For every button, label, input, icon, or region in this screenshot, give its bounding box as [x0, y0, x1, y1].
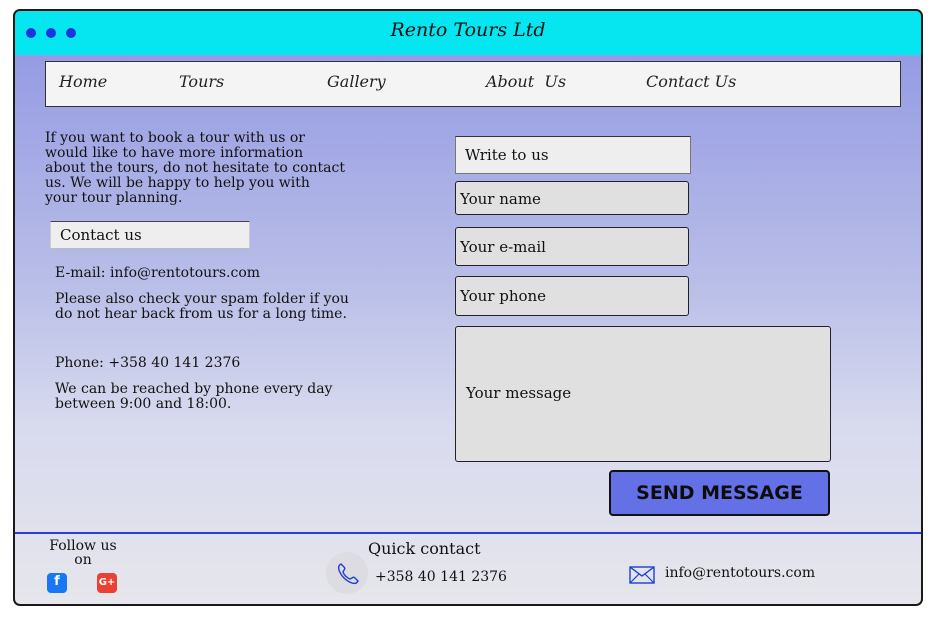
name-input[interactable]: Your name [455, 181, 689, 215]
main-nav: Home Tours Gallery About Us Contact Us [45, 61, 901, 107]
name-placeholder: Your name [460, 190, 541, 208]
contact-email-note: Please also check your spam folder if yo… [55, 291, 349, 322]
email-placeholder: Your e-mail [460, 238, 546, 256]
intro-text: If you want to book a tour with us or wo… [45, 130, 345, 206]
facebook-icon[interactable]: f [47, 573, 67, 593]
phone-icon [326, 552, 368, 594]
form-heading: Write to us [465, 146, 549, 164]
contact-phone-note: We can be reached by phone every day bet… [55, 381, 333, 412]
nav-contact-us[interactable]: Contact Us [646, 72, 736, 91]
footer-divider [15, 532, 921, 534]
google-plus-icon[interactable]: G+ [97, 573, 117, 593]
nav-home[interactable]: Home [59, 72, 107, 91]
message-placeholder: Your message [466, 384, 572, 402]
browser-window: Rento Tours Ltd Home Tours Gallery About… [13, 9, 923, 606]
phone-placeholder: Your phone [460, 287, 547, 305]
title-bar: Rento Tours Ltd [15, 11, 921, 55]
contact-phone: Phone: +358 40 141 2376 [55, 355, 241, 371]
footer-phone[interactable]: +358 40 141 2376 [375, 569, 507, 585]
contact-email: E-mail: info@rentotours.com [55, 265, 261, 281]
message-textarea[interactable]: Your message [455, 326, 831, 462]
quick-contact-title: Quick contact [368, 539, 481, 558]
nav-about-us[interactable]: About Us [486, 72, 566, 91]
email-input[interactable]: Your e-mail [455, 227, 689, 266]
contact-heading: Contact us [60, 226, 142, 244]
form-heading-box: Write to us [455, 136, 691, 174]
phone-input[interactable]: Your phone [455, 276, 689, 316]
nav-tours[interactable]: Tours [179, 72, 224, 91]
contact-heading-box: Contact us [50, 221, 250, 249]
site-title: Rento Tours Ltd [390, 19, 546, 41]
follow-us-label: Follow us on [49, 538, 117, 568]
mail-icon [629, 566, 655, 588]
nav-gallery[interactable]: Gallery [327, 72, 386, 91]
footer-email[interactable]: info@rentotours.com [665, 565, 815, 581]
send-message-button[interactable]: SEND MESSAGE [609, 470, 830, 516]
